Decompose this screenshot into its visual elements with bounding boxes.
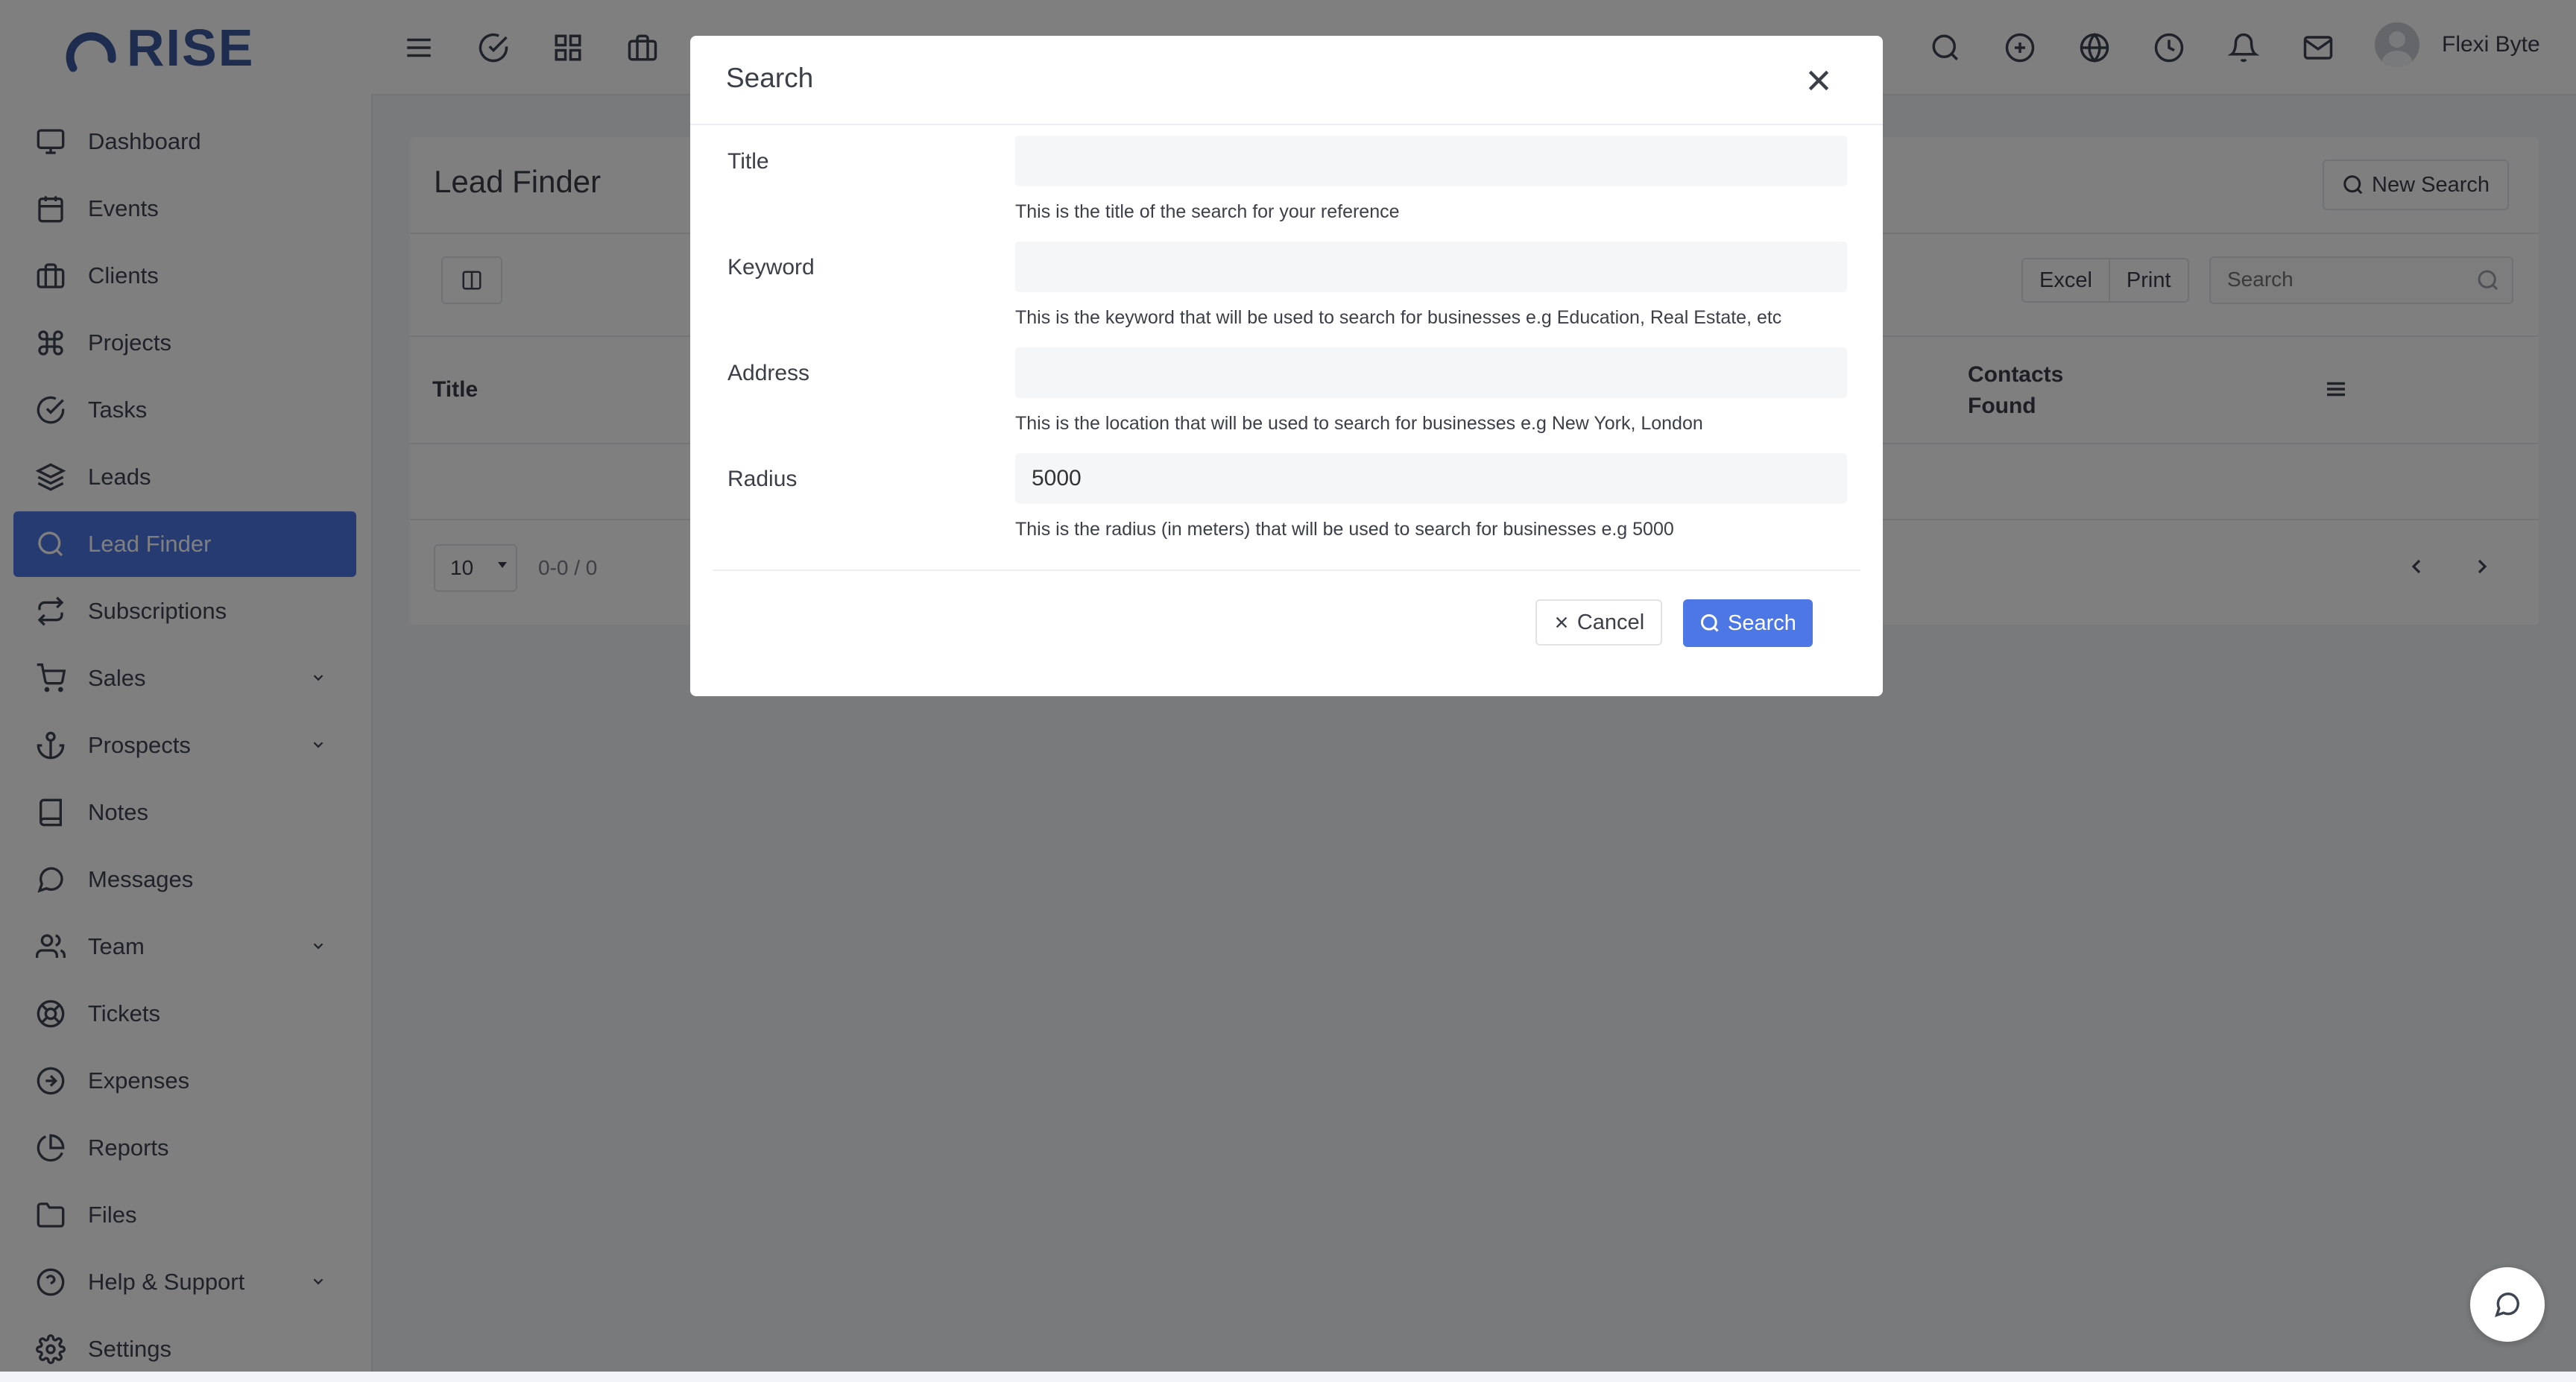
divider — [713, 569, 1860, 571]
search-submit-button[interactable]: Search — [1683, 599, 1813, 647]
chat-button[interactable] — [2470, 1267, 2545, 1342]
title-input[interactable] — [1015, 136, 1847, 186]
address-label: Address — [727, 361, 810, 385]
radius-label: Radius — [727, 467, 798, 491]
close-icon — [1556, 616, 1568, 628]
keyword-input[interactable] — [1015, 242, 1847, 292]
title-help-text: This is the title of the search for your… — [1015, 201, 1400, 222]
search-modal: Search Title This is the title of the se… — [690, 36, 1883, 696]
cancel-button[interactable]: Cancel — [1535, 599, 1662, 646]
address-input[interactable] — [1015, 347, 1847, 398]
radius-input[interactable] — [1015, 453, 1847, 504]
search-label: Search — [1728, 610, 1796, 635]
title-label: Title — [727, 149, 769, 174]
message-circle-icon — [2494, 1293, 2519, 1318]
modal-title: Search — [726, 63, 814, 93]
keyword-help-text: This is the keyword that will be used to… — [1015, 307, 1782, 328]
divider — [690, 124, 1883, 125]
close-icon[interactable] — [1804, 66, 1834, 95]
search-icon — [1701, 613, 1719, 632]
cancel-label: Cancel — [1576, 610, 1645, 634]
keyword-label: Keyword — [727, 255, 815, 280]
radius-help-text: This is the radius (in meters) that will… — [1015, 519, 1674, 540]
address-help-text: This is the location that will be used t… — [1015, 413, 1703, 434]
